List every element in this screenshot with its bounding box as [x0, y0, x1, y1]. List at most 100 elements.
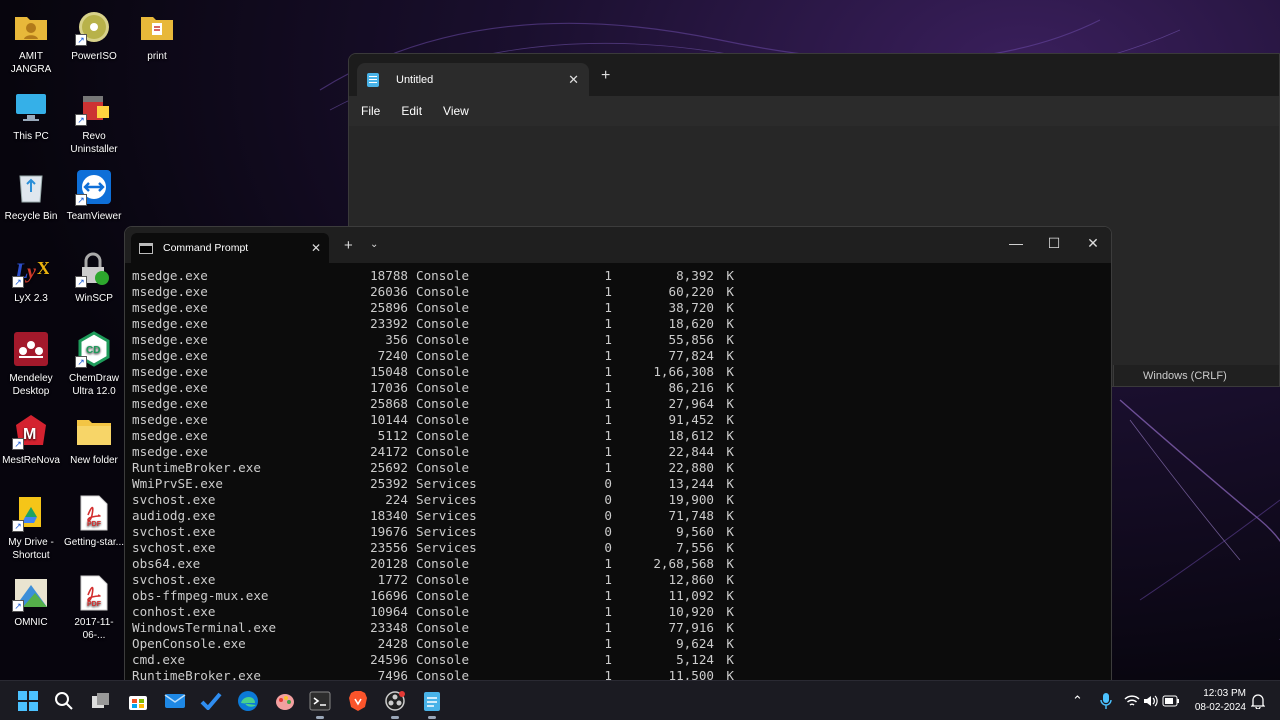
session-name: Console [416, 428, 470, 443]
close-icon[interactable]: ✕ [568, 72, 579, 88]
mail-icon[interactable] [163, 689, 187, 713]
process-pid: 5112 [377, 428, 408, 443]
desktop-icon-revo-uninstaller[interactable]: ↗ Revo Uninstaller [63, 88, 125, 156]
todo-icon[interactable] [199, 689, 223, 713]
window-close-button[interactable]: ✕ [1083, 235, 1103, 252]
terminal-tab-title: Command Prompt [163, 242, 249, 254]
start-icon[interactable] [16, 689, 40, 713]
notepad-icon[interactable] [420, 689, 444, 719]
minimize-button[interactable]: — [1006, 235, 1026, 251]
shortcut-arrow-icon: ↗ [12, 438, 24, 450]
memory-unit: K [726, 412, 734, 427]
process-row: msedge.exe 17036 Console 1 86,216 K [132, 380, 1111, 396]
folder-icon [75, 412, 113, 450]
process-pid: 19676 [370, 524, 408, 539]
desktop-icon-this-pc[interactable]: This PC [0, 88, 62, 143]
desktop-icon-recycle-bin[interactable]: Recycle Bin [0, 168, 62, 223]
menu-edit[interactable]: Edit [401, 104, 422, 118]
clock[interactable]: 12:03 PM 08-02-2024 [1186, 687, 1246, 715]
desktop-icon-teamviewer[interactable]: ↗ TeamViewer [63, 168, 125, 223]
task-view-icon[interactable] [89, 689, 113, 713]
terminal-output[interactable]: msedge.exe 18788 Console 1 8,392 Kmsedge.exe 2… [125, 263, 1111, 683]
process-name: conhost.exe [132, 604, 216, 619]
notification-bell-icon[interactable] [1246, 689, 1270, 713]
brave-icon[interactable] [346, 689, 370, 713]
desktop-icon-mendeley[interactable]: Mendeley Desktop [0, 330, 62, 398]
search-icon[interactable] [52, 689, 76, 713]
desktop-icon-getting-started-pdf[interactable]: PDF Getting-star... [63, 494, 125, 549]
process-row: msedge.exe 25868 Console 1 27,964 K [132, 396, 1111, 412]
process-row: msedge.exe 5112 Console 1 18,612 K [132, 428, 1111, 444]
desktop-icon-poweriso[interactable]: ↗ PowerISO [63, 8, 125, 63]
memory-usage: 2,68,568 [653, 556, 714, 571]
desktop-icon-user-folder[interactable]: AMIT JANGRA [0, 8, 62, 76]
process-pid: 15048 [370, 364, 408, 379]
desktop-icon-omnic[interactable]: ↗ OMNIC [0, 574, 62, 629]
process-row: obs64.exe 20128 Console 1 2,68,568 K [132, 556, 1111, 572]
shortcut-arrow-icon: ↗ [12, 520, 24, 532]
microphone-icon[interactable] [1094, 689, 1118, 713]
process-pid: 24596 [370, 652, 408, 667]
chevron-down-icon[interactable]: ⌄ [370, 239, 378, 250]
desktop-icon-chemdraw[interactable]: CD ↗ ChemDraw Ultra 12.0 [63, 330, 125, 398]
desktop-icon-my-drive[interactable]: ↗ My Drive - Shortcut [0, 494, 62, 562]
session-number: 0 [604, 508, 612, 523]
terminal-tab[interactable]: Command Prompt ✕ [131, 233, 329, 263]
close-icon[interactable]: ✕ [311, 241, 321, 255]
new-tab-button[interactable]: + [601, 67, 610, 85]
memory-usage: 22,880 [668, 460, 715, 475]
memory-usage: 19,900 [668, 492, 715, 507]
terminal-icon[interactable] [308, 689, 332, 719]
process-name: cmd.exe [132, 652, 186, 667]
svg-text:M: M [23, 426, 36, 443]
process-row: svchost.exe 1772 Console 1 12,860 K [132, 572, 1111, 588]
desktop-icon-lyx[interactable]: LyX ↗ LyX 2.3 [0, 250, 62, 305]
desktop-icon-print[interactable]: print [126, 8, 188, 63]
desktop-icon-winscp[interactable]: ↗ WinSCP [63, 250, 125, 305]
obs-icon[interactable] [383, 689, 407, 719]
process-pid: 25896 [370, 300, 408, 315]
memory-unit: K [726, 444, 734, 459]
cmd-icon [139, 242, 153, 254]
process-pid: 24172 [370, 444, 408, 459]
notepad-tab[interactable]: Untitled ✕ [357, 63, 589, 96]
desktop-icon-new-folder[interactable]: New folder [63, 412, 125, 467]
session-number: 1 [604, 412, 612, 427]
new-tab-button[interactable]: + [344, 237, 353, 254]
pdf-icon: PDF [75, 494, 113, 532]
session-number: 1 [604, 460, 612, 475]
edge-icon[interactable] [236, 689, 260, 713]
process-row: RuntimeBroker.exe 25692 Console 1 22,880 K [132, 460, 1111, 476]
desktop-icon-label: LyX 2.3 [14, 293, 48, 304]
battery-icon[interactable] [1159, 689, 1183, 713]
menu-view[interactable]: View [443, 104, 469, 118]
memory-unit: K [726, 572, 734, 587]
mestrenova-icon: M ↗ [12, 412, 50, 450]
desktop-icon-label: OMNIC [14, 617, 48, 628]
svg-text:PDF: PDF [87, 601, 102, 608]
shortcut-arrow-icon: ↗ [75, 276, 87, 288]
omnic-icon: ↗ [12, 574, 50, 612]
microsoft-store-icon[interactable] [126, 689, 150, 713]
memory-unit: K [726, 588, 734, 603]
desktop-icon-label: Mendeley Desktop [9, 373, 53, 397]
maximize-button[interactable]: ☐ [1044, 235, 1064, 252]
menu-file[interactable]: File [361, 104, 380, 118]
desktop-icon-label: PowerISO [71, 51, 117, 62]
process-name: msedge.exe [132, 428, 208, 443]
process-name: msedge.exe [132, 268, 208, 283]
session-name: Console [416, 444, 470, 459]
desktop-icon-2017-pdf[interactable]: PDF 2017-11-06-... [63, 574, 125, 642]
tray-chevron-icon[interactable]: ⌃ [1072, 681, 1083, 720]
session-name: Services [416, 524, 477, 539]
memory-unit: K [726, 268, 734, 283]
desktop-icon-mestrenova[interactable]: M ↗ MestReNova [0, 412, 62, 467]
process-pid: 18788 [370, 268, 408, 283]
memory-usage: 86,216 [668, 380, 715, 395]
paint-icon[interactable] [273, 689, 297, 713]
desktop-icon-label: This PC [13, 131, 49, 142]
desktop-icon-label: Getting-star... [63, 537, 125, 548]
memory-unit: K [726, 460, 734, 475]
memory-unit: K [726, 620, 734, 635]
memory-unit: K [726, 396, 734, 411]
